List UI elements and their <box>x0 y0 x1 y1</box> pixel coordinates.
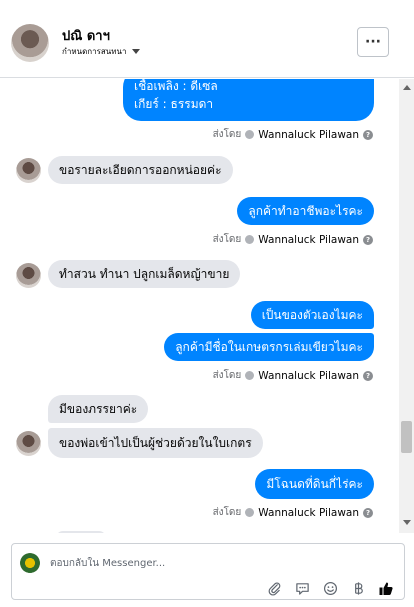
sender-info: ส่งโดย Wannaluck Pilawan ? <box>213 127 373 142</box>
conversation-settings-label: กำหนดการสนทนา <box>62 47 127 56</box>
contact-avatar[interactable] <box>11 24 49 62</box>
outgoing-message: มีโฉนดที่ดินกี่ไร่คะ <box>255 469 374 499</box>
scroll-down-icon[interactable] <box>403 520 411 525</box>
message-text: ขอรายละเอียดการออกหน่อยค่ะ <box>59 162 222 177</box>
incoming-message: ของพ่อเข้าไปเป็นผู้ช่วยด้วยในใบเกตร <box>48 428 263 458</box>
message-text-line: เชื้อเพลิง : ดีเซล <box>134 79 218 93</box>
message-text: เป็นของตัวเองไมคะ <box>261 307 363 322</box>
outgoing-message: ลูกค้ามีชื่อในเกษตรกรเล่มเขียวไมคะ <box>164 333 374 361</box>
reply-composer <box>11 543 405 600</box>
more-icon: ··· <box>365 34 381 50</box>
thumbs-up-icon[interactable] <box>378 580 394 596</box>
scrollbar-thumb[interactable] <box>401 421 412 453</box>
message-thread[interactable]: เชื้อเพลิง : ดีเซล เกียร์ : ธรรมดา ส่งโด… <box>0 79 414 533</box>
scroll-up-icon[interactable] <box>403 85 411 90</box>
sender-info: ส่งโดย Wannaluck Pilawan ? <box>213 505 373 520</box>
sender-name[interactable]: Wannaluck Pilawan <box>258 507 359 519</box>
contact-avatar-small[interactable] <box>16 431 41 456</box>
sender-info: ส่งโดย Wannaluck Pilawan ? <box>213 232 373 247</box>
message-text: มีของภรรยาค่ะ <box>59 401 138 416</box>
composer-toolbar <box>266 580 394 596</box>
message-text: ลูกค้าทำอาชีพอะไรคะ <box>248 203 363 218</box>
baht-icon[interactable] <box>350 580 366 596</box>
help-icon[interactable]: ? <box>363 370 373 381</box>
incoming-message-partial <box>56 531 106 533</box>
conversation-header: ปณิ ดาฯ กำหนดการสนทนา ··· <box>0 0 414 78</box>
sender-info: ส่งโดย Wannaluck Pilawan ? <box>213 368 373 383</box>
conversation-settings[interactable]: กำหนดการสนทนา <box>62 45 140 58</box>
incoming-message: ทำสวน ทำนา ปลูกเมล็ดหญ้าขาย <box>48 260 241 288</box>
page-avatar <box>20 553 40 573</box>
sender-name[interactable]: Wannaluck Pilawan <box>258 234 359 246</box>
help-icon[interactable]: ? <box>363 129 373 140</box>
check-icon <box>245 130 255 139</box>
chat-icon[interactable] <box>294 580 310 596</box>
check-icon <box>245 371 255 380</box>
outgoing-message: เชื้อเพลิง : ดีเซล เกียร์ : ธรรมดา <box>123 79 374 121</box>
sender-name[interactable]: Wannaluck Pilawan <box>258 129 359 141</box>
sender-name[interactable]: Wannaluck Pilawan <box>258 370 359 382</box>
contact-name[interactable]: ปณิ ดาฯ <box>62 25 110 46</box>
incoming-message: มีของภรรยาค่ะ <box>48 395 149 423</box>
emoji-icon[interactable] <box>322 580 338 596</box>
paperclip-icon[interactable] <box>266 580 282 596</box>
check-icon <box>245 508 255 517</box>
message-text-line: เกียร์ : ธรรมดา <box>134 97 214 111</box>
message-text: มีโฉนดที่ดินกี่ไร่คะ <box>266 476 363 491</box>
reply-input[interactable] <box>50 555 350 571</box>
message-text: ของพ่อเข้าไปเป็นผู้ช่วยด้วยในใบเกตร <box>59 435 252 450</box>
contact-avatar-small[interactable] <box>16 158 41 183</box>
message-text: ทำสวน ทำนา ปลูกเมล็ดหญ้าขาย <box>59 266 230 281</box>
message-text: ลูกค้ามีชื่อในเกษตรกรเล่มเขียวไมคะ <box>175 339 363 354</box>
outgoing-message: ลูกค้าทำอาชีพอะไรคะ <box>237 197 374 225</box>
help-icon[interactable]: ? <box>363 234 373 245</box>
more-options-button[interactable]: ··· <box>357 27 389 57</box>
contact-avatar-small[interactable] <box>16 263 41 288</box>
outgoing-message: เป็นของตัวเองไมคะ <box>250 301 374 329</box>
thread-scrollbar[interactable] <box>399 79 414 533</box>
help-icon[interactable]: ? <box>363 507 373 518</box>
incoming-message: ขอรายละเอียดการออกหน่อยค่ะ <box>48 156 233 184</box>
chevron-down-icon <box>131 49 140 54</box>
check-icon <box>245 235 255 244</box>
